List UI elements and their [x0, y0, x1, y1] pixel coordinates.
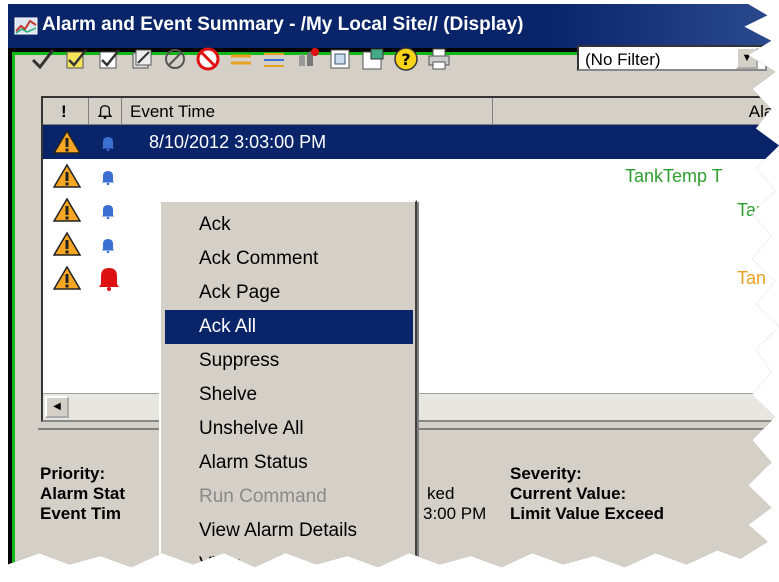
menu-item-view[interactable]: View — [165, 548, 413, 567]
bell-icon — [101, 159, 115, 193]
priority-label: Priority: — [40, 464, 106, 483]
bell-icon — [101, 125, 115, 159]
grid-header: ! Event Time Alar — [43, 98, 779, 125]
context-menu: Ack Ack Comment Ack Page Ack All Suppres… — [159, 200, 417, 568]
menu-item-view-alarm-details[interactable]: View Alarm Details — [165, 514, 413, 548]
suppress-icon[interactable] — [160, 44, 190, 74]
header-state[interactable] — [89, 98, 122, 125]
menu-item-shelve[interactable]: Shelve — [165, 378, 413, 412]
bell-icon — [101, 193, 115, 227]
menu-item-ack-page[interactable]: Ack Page — [165, 276, 413, 310]
alarm-tag-cell: Tan — [737, 200, 767, 220]
warning-icon — [52, 193, 82, 227]
torn-screenshot: Alarm and Event Summary - /My Local Site… — [8, 4, 779, 568]
menu-item-ack[interactable]: Ack — [165, 208, 413, 242]
chevron-down-icon[interactable]: ▼ — [736, 47, 758, 69]
run-command-icon[interactable] — [325, 44, 355, 74]
bell-icon — [97, 105, 113, 119]
event-time-cell: 8/10/2012 3:03:00 PM — [149, 132, 327, 152]
toolbar: ? — [28, 40, 454, 78]
severity-label: Severity: — [510, 464, 582, 483]
current-value-label: Current Value: — [510, 484, 627, 503]
event-time-label: Event Tim — [40, 504, 121, 523]
table-row[interactable]: 8/10/2012 3:03:00 PM — [43, 125, 779, 159]
header-priority[interactable]: ! — [43, 98, 89, 125]
bell-icon — [101, 227, 115, 261]
alarm-state-label: Alarm Stat — [40, 484, 126, 503]
menu-item-suppress[interactable]: Suppress — [165, 344, 413, 378]
svg-text:?: ? — [401, 50, 410, 69]
ack-all-icon[interactable] — [127, 44, 157, 74]
print-icon[interactable] — [424, 44, 454, 74]
ack-state-value: ked — [427, 484, 455, 503]
limit-value-label: Limit Value Exceed — [510, 504, 665, 523]
red-bell-icon — [97, 261, 121, 295]
shelve-icon[interactable] — [226, 44, 256, 74]
table-row[interactable]: TankTemp T — [43, 159, 779, 193]
warning-icon — [52, 261, 82, 295]
header-alarm[interactable]: Alar — [493, 98, 779, 125]
menu-item-unshelve-all[interactable]: Unshelve All — [165, 412, 413, 446]
disable-icon[interactable] — [193, 44, 223, 74]
properties-icon[interactable] — [358, 44, 388, 74]
menu-item-run-command: Run Command — [199, 486, 327, 507]
scroll-left-icon[interactable]: ◀ — [45, 396, 69, 418]
ack-page-icon[interactable] — [94, 44, 124, 74]
alarm-tag-cell: TankTemp T — [625, 166, 723, 186]
alarm-summary-app-icon — [14, 17, 38, 35]
ack-icon[interactable] — [28, 44, 58, 74]
unshelve-icon[interactable] — [259, 44, 289, 74]
warning-icon — [52, 125, 82, 159]
help-icon[interactable]: ? — [391, 44, 421, 74]
window-title: Alarm and Event Summary - /My Local Site… — [42, 14, 524, 35]
menu-item-alarm-status[interactable]: Alarm Status — [165, 446, 413, 480]
alarm-tag-cell: Tan — [737, 268, 767, 288]
ack-comment-icon[interactable] — [61, 44, 91, 74]
warning-icon — [52, 227, 82, 261]
event-time-value: 3:00 PM — [423, 504, 487, 523]
menu-item-ack-all[interactable]: Ack All — [165, 310, 413, 344]
alarm-status-icon[interactable] — [292, 44, 322, 74]
menu-item-ack-comment[interactable]: Ack Comment — [165, 242, 413, 276]
warning-icon — [52, 159, 82, 193]
header-event-time[interactable]: Event Time — [122, 98, 493, 125]
